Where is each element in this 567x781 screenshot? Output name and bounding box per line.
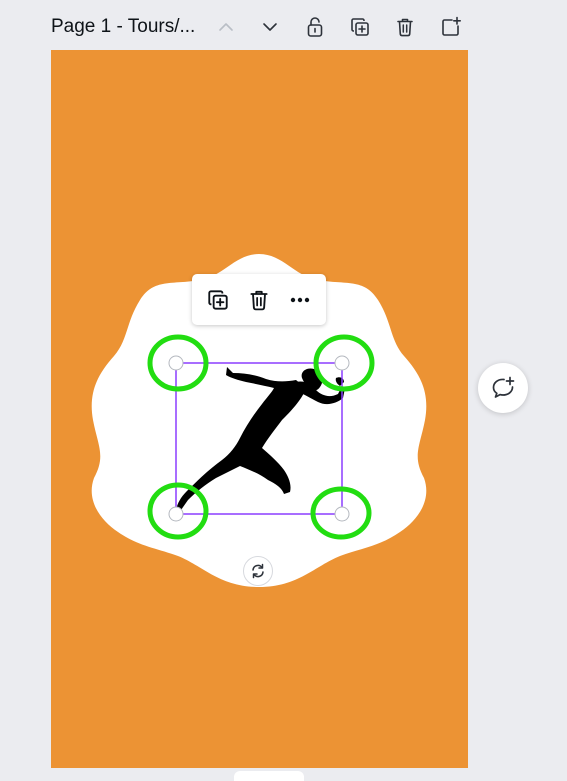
add-page-button[interactable] (436, 12, 466, 42)
resize-handle-top-right[interactable] (334, 355, 350, 371)
rotate-handle[interactable] (243, 556, 273, 586)
delete-button[interactable] (242, 283, 276, 317)
more-options-button[interactable] (283, 283, 317, 317)
move-page-down-button[interactable] (255, 12, 285, 42)
add-comment-button[interactable] (478, 363, 528, 413)
duplicate-icon (208, 289, 228, 310)
page-title[interactable]: Page 1 - Tours/... (51, 16, 195, 38)
lock-page-button[interactable] (300, 12, 330, 42)
duplicate-button[interactable] (201, 283, 235, 317)
lock-icon (307, 17, 323, 37)
delete-page-button[interactable] (390, 12, 420, 42)
page-header: Page 1 - Tours/... (0, 0, 567, 52)
trash-icon (250, 290, 268, 310)
duplicate-page-button[interactable] (345, 12, 375, 42)
more-icon (290, 297, 309, 302)
trash-icon (397, 18, 413, 37)
add-comment-icon (492, 376, 515, 398)
page-scroll-handle[interactable] (234, 771, 304, 781)
element-toolbar (192, 274, 326, 325)
add-page-icon (442, 16, 461, 36)
duplicate-page-icon (351, 18, 369, 36)
resize-handle-top-left[interactable] (168, 355, 184, 371)
move-page-up-button[interactable] (211, 12, 241, 42)
chevron-down-icon (263, 23, 277, 31)
resize-handle-bottom-right[interactable] (334, 506, 350, 522)
resize-handle-bottom-left[interactable] (168, 506, 184, 522)
rotate-icon (252, 563, 264, 579)
chevron-up-icon (219, 23, 233, 31)
